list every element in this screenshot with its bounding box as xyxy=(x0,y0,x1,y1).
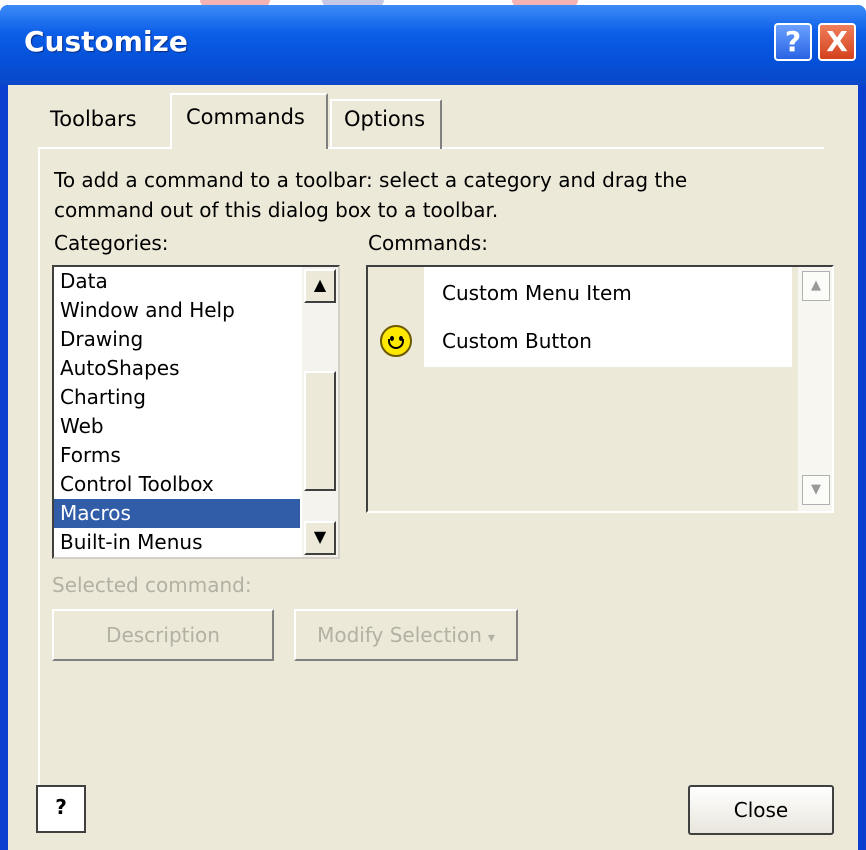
commands-listbox[interactable]: Custom Menu Item Custom Button ▲ ▼ xyxy=(366,265,834,513)
category-item[interactable]: AutoShapes xyxy=(54,354,338,383)
category-item[interactable]: Drawing xyxy=(54,325,338,354)
smiley-icon xyxy=(380,325,412,357)
tab-commands[interactable]: Commands xyxy=(186,105,305,129)
tab-options[interactable]: Options xyxy=(344,107,425,131)
close-button[interactable]: Close xyxy=(688,785,834,835)
category-item-selected[interactable]: Macros xyxy=(54,499,300,528)
category-item[interactable]: Window and Help xyxy=(54,296,338,325)
title-close-button[interactable]: X xyxy=(818,23,856,61)
categories-scrollbar[interactable]: ▲ ▼ xyxy=(302,267,338,557)
title-bar[interactable]: Customize ? X xyxy=(0,5,866,85)
command-item-custom-button[interactable]: Custom Button xyxy=(442,329,592,353)
commands-label: Commands: xyxy=(368,231,488,255)
scrollbar-thumb[interactable] xyxy=(304,371,336,491)
categories-listbox[interactable]: Data Window and Help Drawing AutoShapes … xyxy=(52,265,340,559)
scroll-down-arrow-icon[interactable]: ▼ xyxy=(304,521,336,555)
category-item[interactable]: Forms xyxy=(54,441,338,470)
description-button[interactable]: Description xyxy=(52,609,274,661)
category-item[interactable]: Built-in Menus xyxy=(54,528,338,557)
customize-dialog: Customize ? X Toolbars Commands Options … xyxy=(0,5,866,850)
tab-toolbars[interactable]: Toolbars xyxy=(50,107,137,131)
categories-label: Categories: xyxy=(54,231,169,255)
scroll-up-arrow-icon[interactable]: ▲ xyxy=(304,269,336,303)
instruction-text: To add a command to a toolbar: select a … xyxy=(54,168,688,222)
commands-list: Custom Menu Item Custom Button xyxy=(424,267,792,367)
command-item-custom-menu-item[interactable]: Custom Menu Item xyxy=(442,281,632,305)
commands-scrollbar[interactable]: ▲ ▼ xyxy=(798,267,832,511)
category-item[interactable]: Charting xyxy=(54,383,338,412)
scroll-up-arrow-icon[interactable]: ▲ xyxy=(802,271,830,301)
category-item[interactable]: Control Toolbox xyxy=(54,470,338,499)
modify-selection-label: Modify Selection xyxy=(317,623,482,647)
dialog-body: Toolbars Commands Options To add a comma… xyxy=(8,85,858,850)
category-item[interactable]: Web xyxy=(54,412,338,441)
scroll-down-arrow-icon[interactable]: ▼ xyxy=(802,475,830,505)
dropdown-arrow-icon: ▾ xyxy=(487,630,495,646)
selected-command-label: Selected command: xyxy=(52,573,252,597)
window-title: Customize xyxy=(24,25,188,58)
title-help-button[interactable]: ? xyxy=(774,23,812,61)
help-icon-button[interactable]: ? xyxy=(36,785,86,833)
modify-selection-button[interactable]: Modify Selection ▾ xyxy=(294,609,518,661)
category-item[interactable]: Data xyxy=(54,267,338,296)
